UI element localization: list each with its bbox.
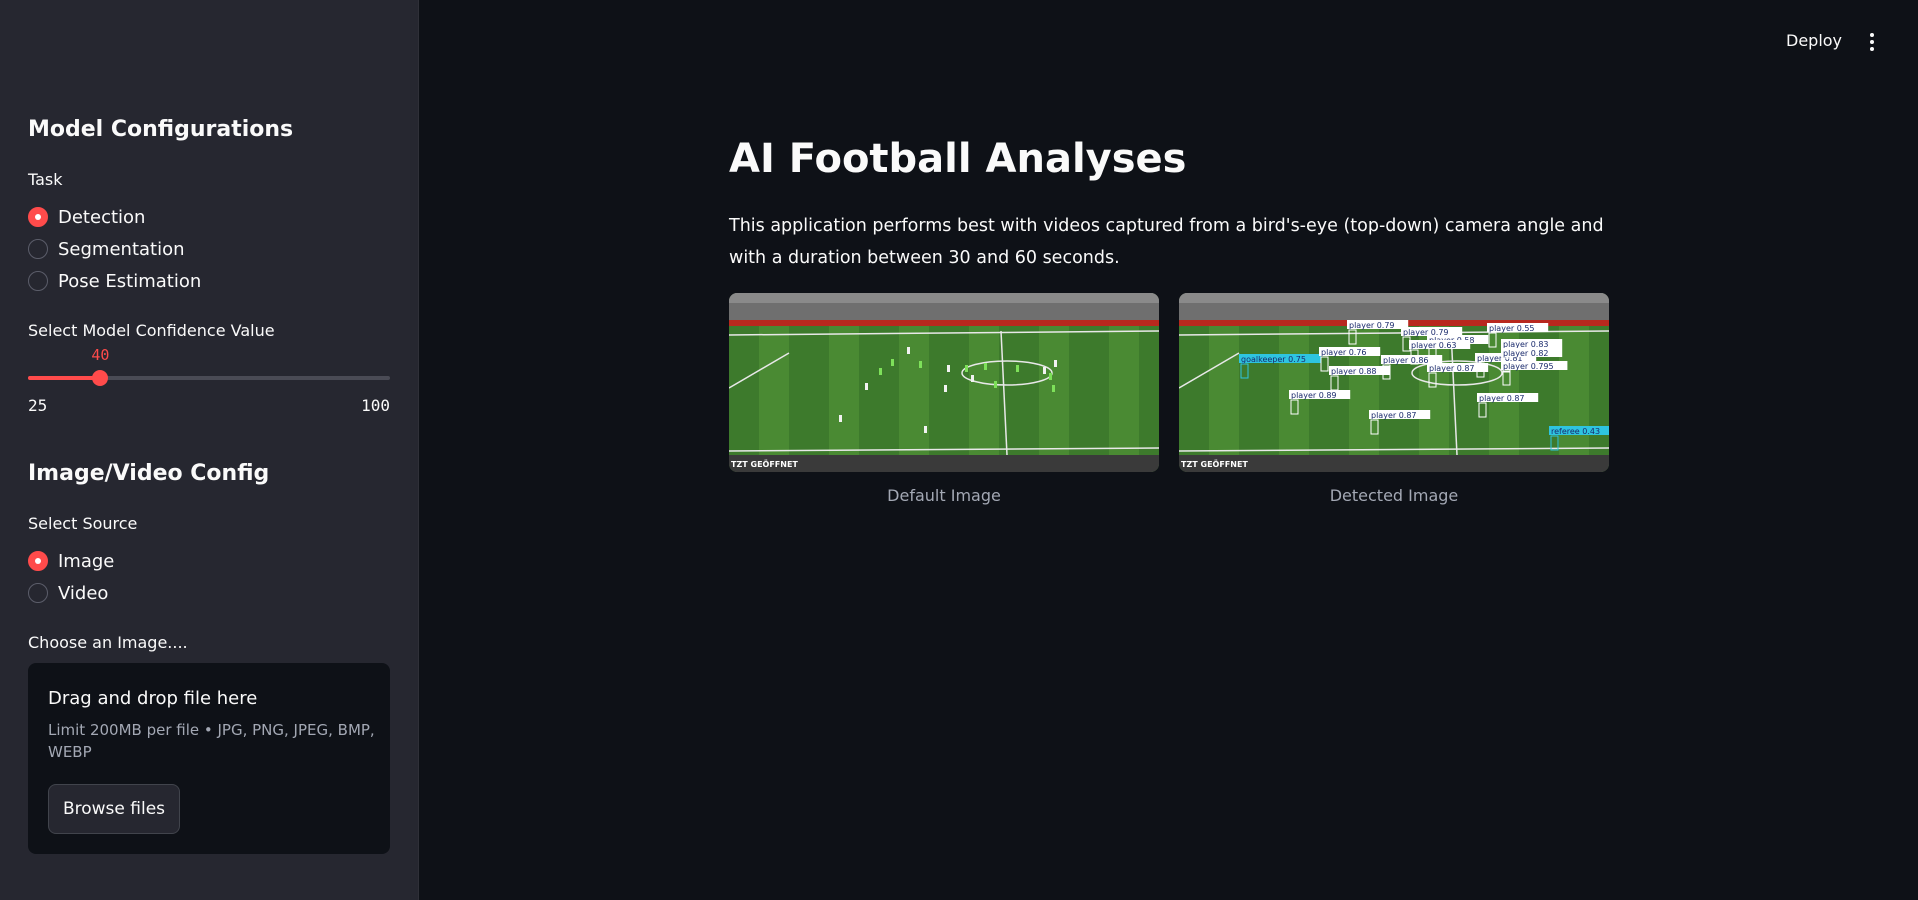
detection-label: player 0.87 <box>1371 411 1417 420</box>
task-radio-pose-estimation[interactable]: Pose Estimation <box>28 268 201 294</box>
source-option-label: Image <box>58 550 115 572</box>
radio-selected-icon[interactable] <box>28 207 48 227</box>
football-pitch-image: TZT GEÖFFNET <box>729 293 1159 472</box>
detected-image: TZT GEÖFFNET goalkeeper 0.75 player 0.79 p… <box>1179 293 1609 472</box>
detection-label: player 0.79 <box>1349 321 1395 330</box>
slider-max: 100 <box>361 396 390 415</box>
radio-unselected-icon[interactable] <box>28 583 48 603</box>
source-option-label: Video <box>58 582 109 604</box>
radio-unselected-icon[interactable] <box>28 239 48 259</box>
task-radio-detection[interactable]: Detection <box>28 204 145 230</box>
source-radio-image[interactable]: Image <box>28 548 114 574</box>
upload-label: Choose an Image.... <box>28 633 188 652</box>
detection-label: player 0.89 <box>1291 391 1337 400</box>
kebab-menu-icon[interactable] <box>1864 30 1880 54</box>
detected-image-caption: Detected Image <box>1329 486 1459 505</box>
detection-label: goalkeeper 0.75 <box>1241 355 1306 364</box>
radio-selected-icon[interactable] <box>28 551 48 571</box>
page-title: AI Football Analyses <box>729 136 1187 182</box>
slider-fill <box>28 376 101 380</box>
detection-label: player 0.87 <box>1479 394 1525 403</box>
default-image-caption: Default Image <box>887 486 1001 505</box>
slider-min: 25 <box>28 396 48 415</box>
detection-label: player 0.63 <box>1411 341 1457 350</box>
football-detection-image: TZT GEÖFFNET goalkeeper 0.75 player 0.79 p… <box>1179 293 1609 472</box>
task-option-label: Detection <box>58 206 146 228</box>
dropzone-title: Drag and drop file here <box>48 688 258 709</box>
confidence-label: Select Model Confidence Value <box>28 321 275 340</box>
detection-label: referee 0.43 <box>1551 427 1600 436</box>
detection-label: player 0.83 <box>1503 340 1549 349</box>
detection-label: player 0.795 <box>1503 362 1554 371</box>
detection-label: player 0.55 <box>1489 324 1535 333</box>
task-option-label: Pose Estimation <box>58 270 202 292</box>
slider-thumb[interactable] <box>92 370 109 386</box>
task-option-label: Segmentation <box>58 238 185 260</box>
browse-files-button[interactable]: Browse files <box>48 784 180 834</box>
radio-unselected-icon[interactable] <box>28 271 48 291</box>
task-radio-segmentation[interactable]: Segmentation <box>28 236 185 262</box>
dropzone-limit: Limit 200MB per file • JPG, PNG, JPEG, B… <box>48 721 375 761</box>
page-description: This application performs best with vide… <box>729 216 1604 268</box>
detection-label: player 0.86 <box>1383 356 1429 365</box>
default-image: TZT GEÖFFNET <box>729 293 1159 472</box>
detection-label: player 0.82 <box>1503 349 1549 358</box>
task-label: Task <box>28 170 63 189</box>
deploy-button[interactable]: Deploy <box>1786 31 1842 50</box>
sidebar: Model Configurations Task Detection Segm… <box>0 0 419 900</box>
source-radio-video[interactable]: Video <box>28 580 108 606</box>
detection-label: player 0.76 <box>1321 348 1367 357</box>
model-config-title: Model Configurations <box>28 117 294 142</box>
detection-label: player 0.88 <box>1331 367 1377 376</box>
detection-label: player 0.87 <box>1429 364 1475 373</box>
confidence-slider[interactable] <box>28 370 390 386</box>
svg-text:TZT GEÖFFNET: TZT GEÖFFNET <box>1181 459 1248 469</box>
source-label: Select Source <box>28 514 138 533</box>
svg-text:TZT GEÖFFNET: TZT GEÖFFNET <box>731 459 798 469</box>
image-video-config-title: Image/Video Config <box>28 461 270 486</box>
file-dropzone[interactable]: Drag and drop file here Limit 200MB per … <box>28 663 390 854</box>
confidence-value: 40 <box>91 346 110 364</box>
